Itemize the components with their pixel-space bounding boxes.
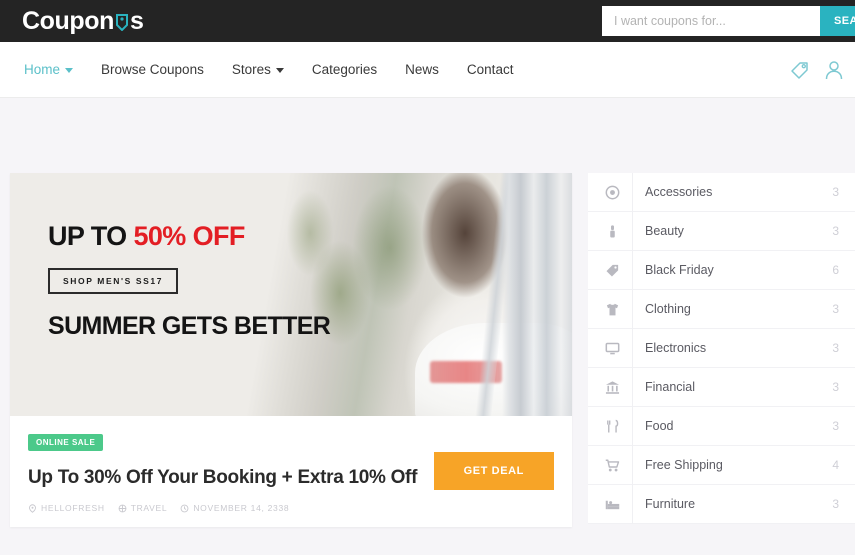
nav-item-list: Home Browse Coupons Stores Categories Ne… (10, 62, 527, 77)
price-tag-icon (115, 9, 129, 31)
shirt-icon (596, 302, 628, 317)
lipstick-icon (596, 224, 628, 239)
sidebar-item-beauty-label: Beauty (632, 211, 832, 251)
chevron-down-icon (275, 68, 284, 73)
nav-item-categories-label: Categories (311, 62, 378, 77)
tag-icon (596, 263, 628, 278)
hero-headline: UP TO 50% OFF (48, 221, 330, 252)
hero-subheadline: SUMMER GETS BETTER (48, 312, 331, 340)
main-navigation-bar: Home Browse Coupons Stores Categories Ne… (0, 42, 855, 98)
sidebar-item-accessories[interactable]: Accessories 3 (588, 172, 855, 212)
nav-item-contact[interactable]: Contact (453, 62, 528, 77)
hero-shop-button[interactable]: SHOP MEN'S SS17 (48, 268, 179, 294)
user-account-icon[interactable] (823, 59, 845, 81)
nav-item-stores[interactable]: Stores (218, 62, 298, 77)
hero-banner-image[interactable]: UP TO 50% OFF SHOP MEN'S SS17 SUMMER GET… (10, 173, 572, 416)
search-bar: SEARCH (602, 6, 855, 36)
nav-item-home[interactable]: Home (10, 62, 87, 77)
meta-date: NOVEMBER 14, 2338 (180, 503, 289, 513)
chevron-down-icon (65, 68, 74, 73)
logo-text-after: s (130, 6, 144, 35)
tag-icon[interactable] (789, 59, 811, 81)
sidebar-item-accessories-label: Accessories (632, 172, 832, 212)
status-badge: ONLINE SALE (28, 434, 104, 451)
nav-item-browse-coupons[interactable]: Browse Coupons (87, 62, 218, 77)
featured-coupon-card: UP TO 50% OFF SHOP MEN'S SS17 SUMMER GET… (10, 173, 572, 527)
coupon-meta-row: HELLOFRESH TRAVEL NOVEMBER 14, 2338 (28, 503, 554, 513)
hero-headline-prefix: UP TO (48, 221, 134, 251)
sidebar-item-electronics-count: 3 (832, 341, 839, 355)
cutlery-icon (596, 419, 628, 434)
sidebar-item-black-friday[interactable]: Black Friday 6 (588, 250, 855, 290)
clock-icon (180, 504, 189, 513)
sidebar-item-furniture[interactable]: Furniture 3 (588, 484, 855, 524)
nav-item-stores-label: Stores (231, 62, 271, 77)
meta-category[interactable]: TRAVEL (118, 503, 168, 513)
search-input[interactable] (602, 6, 820, 36)
nav-item-contact-label: Contact (466, 62, 514, 77)
get-deal-button[interactable]: GET DEAL (433, 452, 554, 490)
bed-icon (596, 497, 628, 512)
sidebar-item-food-count: 3 (832, 419, 839, 433)
site-logo[interactable]: Coupon s (22, 7, 144, 36)
sidebar-item-beauty[interactable]: Beauty 3 (588, 211, 855, 251)
nav-item-news-label: News (405, 62, 439, 77)
sidebar-item-electronics-label: Electronics (632, 328, 832, 368)
hero-headline-highlight: 50% OFF (133, 221, 245, 251)
sidebar-item-furniture-count: 3 (832, 497, 839, 511)
nav-item-home-label: Home (24, 62, 61, 77)
page-body: UP TO 50% OFF SHOP MEN'S SS17 SUMMER GET… (0, 98, 855, 555)
nav-item-news[interactable]: News (391, 62, 453, 77)
sidebar-item-free-shipping-count: 4 (832, 458, 839, 472)
sidebar-item-financial-label: Financial (632, 367, 832, 407)
sidebar-item-food[interactable]: Food 3 (588, 406, 855, 446)
sidebar-item-accessories-count: 3 (832, 185, 839, 199)
monitor-icon (596, 341, 628, 356)
sidebar-item-financial[interactable]: Financial 3 (588, 367, 855, 407)
nav-item-categories[interactable]: Categories (298, 62, 391, 77)
sidebar-item-clothing-label: Clothing (632, 289, 832, 329)
search-button[interactable]: SEARCH (820, 6, 855, 36)
sidebar-item-beauty-count: 3 (832, 224, 839, 238)
sidebar-item-financial-count: 3 (832, 380, 839, 394)
nav-utility-icons (789, 59, 845, 81)
sidebar-item-free-shipping-label: Free Shipping (632, 445, 832, 485)
logo-text-before: Coupon (22, 6, 115, 35)
target-circle-icon (596, 185, 628, 200)
bank-icon (596, 380, 628, 395)
content-area: UP TO 50% OFF SHOP MEN'S SS17 SUMMER GET… (0, 172, 855, 527)
sidebar-item-food-label: Food (632, 406, 832, 446)
sidebar-item-black-friday-label: Black Friday (632, 250, 832, 290)
top-header-bar: Coupon s SEARCH (0, 0, 855, 42)
sidebar-item-black-friday-count: 6 (832, 263, 839, 277)
location-pin-icon (28, 503, 37, 513)
meta-store-label: HELLOFRESH (41, 503, 105, 513)
globe-icon (118, 504, 127, 513)
sidebar-item-free-shipping[interactable]: Free Shipping 4 (588, 445, 855, 485)
meta-category-label: TRAVEL (130, 503, 168, 513)
meta-date-label: NOVEMBER 14, 2338 (193, 503, 290, 513)
sidebar-item-electronics[interactable]: Electronics 3 (588, 328, 855, 368)
nav-item-browse-coupons-label: Browse Coupons (101, 62, 204, 77)
sidebar-item-clothing-count: 3 (832, 302, 839, 316)
meta-store[interactable]: HELLOFRESH (28, 503, 105, 513)
shopping-cart-icon (596, 458, 628, 473)
coupon-details: ONLINE SALE Up To 30% Off Your Booking +… (10, 416, 572, 527)
hero-banner-text: UP TO 50% OFF SHOP MEN'S SS17 SUMMER GET… (48, 221, 331, 341)
category-sidebar: Accessories 3 Beauty 3 Black Friday 6 Cl… (588, 172, 855, 527)
hero-photo-railing (502, 173, 572, 416)
main-column: UP TO 50% OFF SHOP MEN'S SS17 SUMMER GET… (10, 173, 572, 527)
sidebar-item-clothing[interactable]: Clothing 3 (588, 289, 855, 329)
sidebar-item-furniture-label: Furniture (632, 484, 832, 524)
